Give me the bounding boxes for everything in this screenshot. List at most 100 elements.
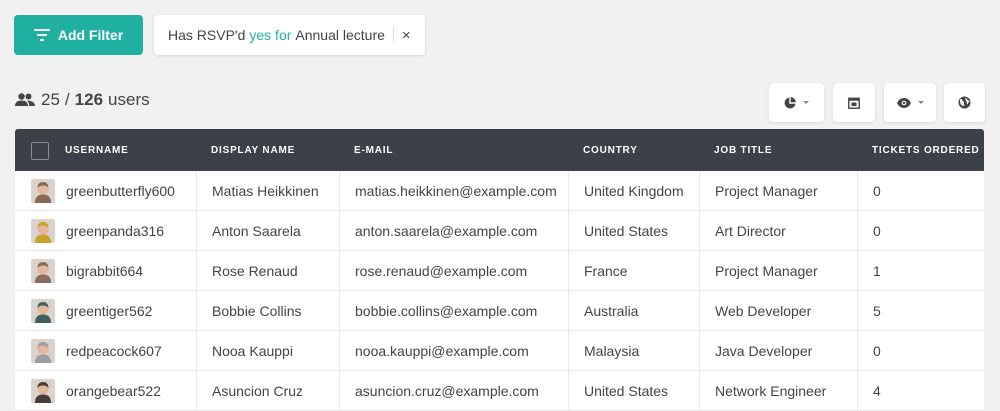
tickets-ordered: 4 — [873, 382, 881, 399]
column-label: TICKETS ORDERED — [872, 145, 980, 156]
filter-accent: yes for — [249, 27, 292, 43]
country: France — [584, 262, 628, 279]
active-filter-chip[interactable]: Has RSVP'd yes for Annual lecture × — [154, 15, 425, 55]
cell-email: rose.renaud@example.com — [339, 251, 568, 290]
cell-username: greenbutterfly600 — [15, 171, 196, 210]
eye-icon — [896, 97, 911, 108]
column-header-tickets-ordered[interactable]: TICKETS ORDERED — [857, 129, 984, 171]
globe-button[interactable] — [944, 83, 985, 122]
column-label: JOB TITLE — [714, 145, 773, 156]
job-title: Network Engineer — [715, 382, 827, 399]
country: United Kingdom — [584, 182, 684, 199]
column-header-display-name[interactable]: DISPLAY NAME — [196, 129, 339, 171]
calendar-icon — [848, 97, 860, 109]
users-table: USERNAME DISPLAY NAME E-MAIL COUNTRY JOB… — [15, 129, 984, 411]
display-name: Asuncion Cruz — [212, 382, 304, 399]
cell-email: anton.saarela@example.com — [339, 211, 568, 250]
email: matias.heikkinen@example.com — [355, 182, 557, 199]
pie-chart-icon — [784, 96, 796, 108]
job-title: Project Manager — [715, 262, 818, 279]
tickets-ordered: 0 — [873, 222, 881, 239]
cell-job-title: Project Manager — [699, 171, 857, 210]
table-row[interactable]: bigrabbit664 Rose Renaud rose.renaud@examp… — [15, 251, 984, 291]
filter-icon — [33, 29, 50, 41]
chevron-down-icon — [803, 101, 809, 104]
column-header-username[interactable]: USERNAME — [15, 129, 196, 171]
column-label: DISPLAY NAME — [211, 145, 296, 156]
column-header-email[interactable]: E-MAIL — [339, 129, 568, 171]
username[interactable]: greenbutterfly600 — [66, 183, 175, 199]
cell-username: redpeacock607 — [15, 331, 196, 370]
cell-tickets-ordered: 0 — [857, 171, 984, 210]
avatar[interactable] — [31, 298, 55, 323]
add-filter-button[interactable]: Add Filter — [14, 15, 143, 55]
job-title: Art Director — [715, 222, 786, 239]
country: United States — [584, 222, 669, 239]
job-title: Java Developer — [715, 342, 813, 359]
table-body: greenbutterfly600 Matias Heikkinen matias.… — [15, 171, 984, 411]
cell-tickets-ordered: 1 — [857, 251, 984, 290]
avatar[interactable] — [31, 218, 55, 243]
username[interactable]: orangebear522 — [66, 383, 161, 399]
cell-display-name: Anton Saarela — [196, 211, 339, 250]
cell-tickets-ordered: 0 — [857, 331, 984, 370]
cell-username: greentiger562 — [15, 291, 196, 330]
display-name: Bobbie Collins — [212, 302, 302, 319]
column-label: COUNTRY — [583, 145, 638, 156]
display-name: Rose Renaud — [212, 262, 298, 279]
email: nooa.kauppi@example.com — [355, 342, 529, 359]
job-title: Project Manager — [715, 182, 818, 199]
cell-country: France — [568, 251, 699, 290]
cell-job-title: Web Developer — [699, 291, 857, 330]
table-row[interactable]: orangebear522 Asuncion Cruz asuncion.cruz@… — [15, 371, 984, 411]
tickets-ordered: 1 — [873, 262, 881, 279]
table-row[interactable]: greentiger562 Bobbie Collins bobbie.collin… — [15, 291, 984, 331]
total-count: 126 — [74, 90, 104, 109]
avatar[interactable] — [31, 178, 55, 203]
avatar[interactable] — [31, 338, 55, 363]
username[interactable]: bigrabbit664 — [66, 263, 143, 279]
username[interactable]: greentiger562 — [66, 303, 152, 319]
cell-country: United States — [568, 211, 699, 250]
username[interactable]: greenpanda316 — [66, 223, 164, 239]
tickets-ordered: 0 — [873, 182, 881, 199]
job-title: Web Developer — [715, 302, 812, 319]
cell-username: bigrabbit664 — [15, 251, 196, 290]
email: bobbie.collins@example.com — [355, 302, 538, 319]
count-unit: users — [108, 90, 150, 109]
table-header: USERNAME DISPLAY NAME E-MAIL COUNTRY JOB… — [15, 129, 984, 171]
visibility-button[interactable] — [884, 83, 936, 122]
select-all-checkbox[interactable] — [31, 141, 49, 160]
cell-job-title: Java Developer — [699, 331, 857, 370]
globe-icon — [958, 96, 971, 109]
cell-username: orangebear522 — [15, 371, 196, 410]
cell-display-name: Matias Heikkinen — [196, 171, 339, 210]
calendar-view-button[interactable] — [833, 83, 875, 122]
cell-tickets-ordered: 5 — [857, 291, 984, 330]
table-row[interactable]: redpeacock607 Nooa Kauppi nooa.kauppi@exam… — [15, 331, 984, 371]
email: anton.saarela@example.com — [355, 222, 538, 239]
column-header-job-title[interactable]: JOB TITLE — [699, 129, 857, 171]
cell-country: Malaysia — [568, 331, 699, 370]
username[interactable]: redpeacock607 — [66, 343, 162, 359]
users-icon — [15, 93, 35, 106]
cell-country: Australia — [568, 291, 699, 330]
cell-tickets-ordered: 0 — [857, 211, 984, 250]
chart-view-button[interactable] — [769, 83, 824, 122]
avatar[interactable] — [31, 378, 55, 403]
tickets-ordered: 5 — [873, 302, 881, 319]
table-row[interactable]: greenbutterfly600 Matias Heikkinen matias.… — [15, 171, 984, 211]
column-label: E-MAIL — [354, 145, 394, 156]
column-header-country[interactable]: COUNTRY — [568, 129, 699, 171]
cell-email: matias.heikkinen@example.com — [339, 171, 568, 210]
cell-display-name: Rose Renaud — [196, 251, 339, 290]
table-row[interactable]: greenpanda316 Anton Saarela anton.saarela@… — [15, 211, 984, 251]
cell-display-name: Nooa Kauppi — [196, 331, 339, 370]
close-icon[interactable]: × — [402, 28, 411, 43]
filter-prefix: Has RSVP'd — [168, 27, 246, 43]
tickets-ordered: 0 — [873, 342, 881, 359]
cell-username: greenpanda316 — [15, 211, 196, 250]
cell-country: United States — [568, 371, 699, 410]
cell-display-name: Asuncion Cruz — [196, 371, 339, 410]
avatar[interactable] — [31, 258, 55, 283]
